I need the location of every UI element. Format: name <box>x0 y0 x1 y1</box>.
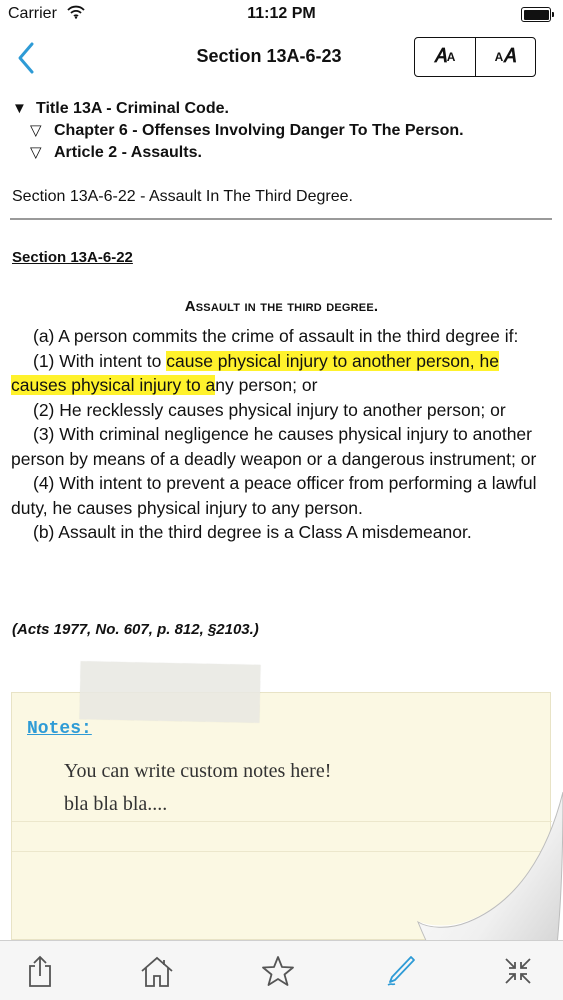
notes-label: Notes: <box>27 719 92 739</box>
collapsed-triangle-icon: ▽ <box>30 144 42 161</box>
status-bar: Carrier 11:12 PM <box>0 0 563 30</box>
home-icon <box>141 956 173 987</box>
paragraph: (2) He recklessly causes physical injury… <box>33 399 506 420</box>
font-increase-icon: 𝐴 <box>503 46 516 67</box>
breadcrumb-title[interactable]: ▼ Title 13A - Criminal Code. <box>12 98 464 120</box>
star-icon <box>262 956 294 986</box>
tape-decoration <box>79 661 261 723</box>
divider <box>10 218 552 220</box>
pen-icon <box>387 956 415 986</box>
section-heading: Assault in the third degree. <box>184 298 379 315</box>
breadcrumb-article[interactable]: ▽ Article 2 - Assaults. <box>12 142 464 164</box>
citation: (Acts 1977, No. 607, p. 812, §2103.) <box>12 621 259 638</box>
paragraph: (a) A person commits the crime of assaul… <box>33 326 519 346</box>
breadcrumb-title-label: Title 13A - Criminal Code. <box>36 100 229 117</box>
paragraph: (1) With intent to cause physical injury… <box>11 350 499 395</box>
navigation-bar: Section 13A-6-23 𝐴A A𝐴 <box>0 30 563 86</box>
bottom-toolbar <box>0 940 563 1000</box>
paragraph: (b) Assault in the third degree is a Cla… <box>33 522 472 542</box>
collapse-button[interactable] <box>498 951 538 991</box>
bookmark-button[interactable] <box>258 951 298 991</box>
collapsed-triangle-icon: ▽ <box>30 122 42 139</box>
battery-icon <box>521 7 554 22</box>
breadcrumb: ▼ Title 13A - Criminal Code. ▽ Chapter 6… <box>12 98 464 164</box>
home-button[interactable] <box>137 951 177 991</box>
status-time: 11:12 PM <box>247 5 316 22</box>
font-size-control: 𝐴A A𝐴 <box>414 37 536 77</box>
share-icon <box>29 955 51 987</box>
current-section-label: Section 13A-6-22 - Assault In The Third … <box>12 188 353 205</box>
breadcrumb-chapter[interactable]: ▽ Chapter 6 - Offenses Involving Danger … <box>12 120 464 142</box>
annotate-button[interactable] <box>380 951 420 991</box>
notes-line: You can write custom notes here! <box>64 760 332 782</box>
section-body[interactable]: (a) A person commits the crime of assaul… <box>11 324 556 545</box>
share-button[interactable] <box>20 951 60 991</box>
expanded-triangle-icon: ▼ <box>12 100 27 117</box>
paragraph: (3) With criminal negligence he causes p… <box>11 424 537 469</box>
font-decrease-icon: 𝐴 <box>434 46 447 67</box>
font-decrease-button[interactable]: 𝐴A <box>415 38 475 76</box>
section-label: Section 13A-6-22 <box>12 249 133 266</box>
collapse-icon <box>505 958 531 984</box>
font-increase-button[interactable]: A𝐴 <box>474 38 536 76</box>
breadcrumb-chapter-label: Chapter 6 - Offenses Involving Danger To… <box>54 122 464 139</box>
breadcrumb-article-label: Article 2 - Assaults. <box>54 144 202 161</box>
paragraph: (4) With intent to prevent a peace offic… <box>11 473 537 518</box>
